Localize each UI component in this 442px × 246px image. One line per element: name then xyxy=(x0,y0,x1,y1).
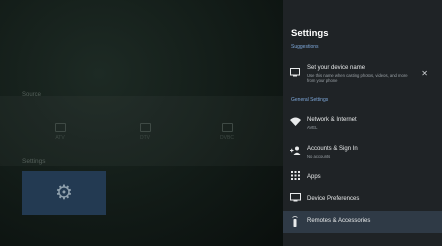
general-settings-heading: General Settings xyxy=(291,97,329,103)
suggestions-heading: Suggestions xyxy=(291,44,319,50)
menu-item-label: Apps xyxy=(307,174,321,180)
input-icon xyxy=(221,123,233,132)
input-tile-atv[interactable]: ATV xyxy=(45,123,75,141)
wifi-icon xyxy=(289,117,301,129)
input-label: DVBC xyxy=(220,135,234,141)
input-label: DTV xyxy=(140,135,150,141)
tv-icon xyxy=(289,193,301,205)
menu-item-remotes-accessories[interactable]: Remotes & Accessories xyxy=(283,211,442,233)
input-tile-dtv[interactable]: DTV xyxy=(130,123,160,141)
person-add-icon xyxy=(289,146,301,158)
settings-tile[interactable]: ⚙ xyxy=(22,171,106,215)
apps-grid-icon xyxy=(289,171,301,183)
menu-item-network-internet[interactable]: Network & Internet AVEL xyxy=(283,112,442,134)
menu-item-label: Remotes & Accessories xyxy=(307,218,371,224)
cast-screen-icon xyxy=(289,68,301,80)
menu-item-sub: AVEL xyxy=(307,125,318,130)
menu-item-label: Accounts & Sign In xyxy=(307,146,358,152)
menu-item-sub: No accounts xyxy=(307,154,331,159)
menu-item-device-preferences[interactable]: Device Preferences xyxy=(283,188,442,210)
menu-item-apps[interactable]: Apps xyxy=(283,166,442,188)
gear-icon: ⚙ xyxy=(55,182,73,204)
input-icon xyxy=(139,123,151,132)
suggestion-label: Set your device name xyxy=(307,65,366,71)
input-tile-dvbc[interactable]: DVBC xyxy=(212,123,242,141)
tv-screen: Source ATV DTV DVBC Settings ⚙ Settings … xyxy=(0,0,442,246)
suggestion-description: Use this name when casting photos, video… xyxy=(307,73,408,83)
menu-item-label: Network & Internet xyxy=(307,117,357,123)
menu-item-label: Device Preferences xyxy=(307,196,360,202)
settings-panel: Settings Suggestions Set your device nam… xyxy=(283,0,442,246)
close-icon[interactable]: ✕ xyxy=(421,69,428,78)
panel-title: Settings xyxy=(291,28,329,39)
settings-heading: Settings xyxy=(22,158,46,165)
input-label: ATV xyxy=(55,135,65,141)
remote-icon xyxy=(289,216,301,228)
home-screen-background: Source ATV DTV DVBC Settings ⚙ xyxy=(0,0,283,246)
suggestion-set-device-name[interactable]: Set your device name Use this name when … xyxy=(283,60,442,88)
input-icon xyxy=(54,123,66,132)
inputs-heading: Source xyxy=(22,92,42,98)
menu-item-accounts-sign-in[interactable]: Accounts & Sign In No accounts xyxy=(283,141,442,163)
